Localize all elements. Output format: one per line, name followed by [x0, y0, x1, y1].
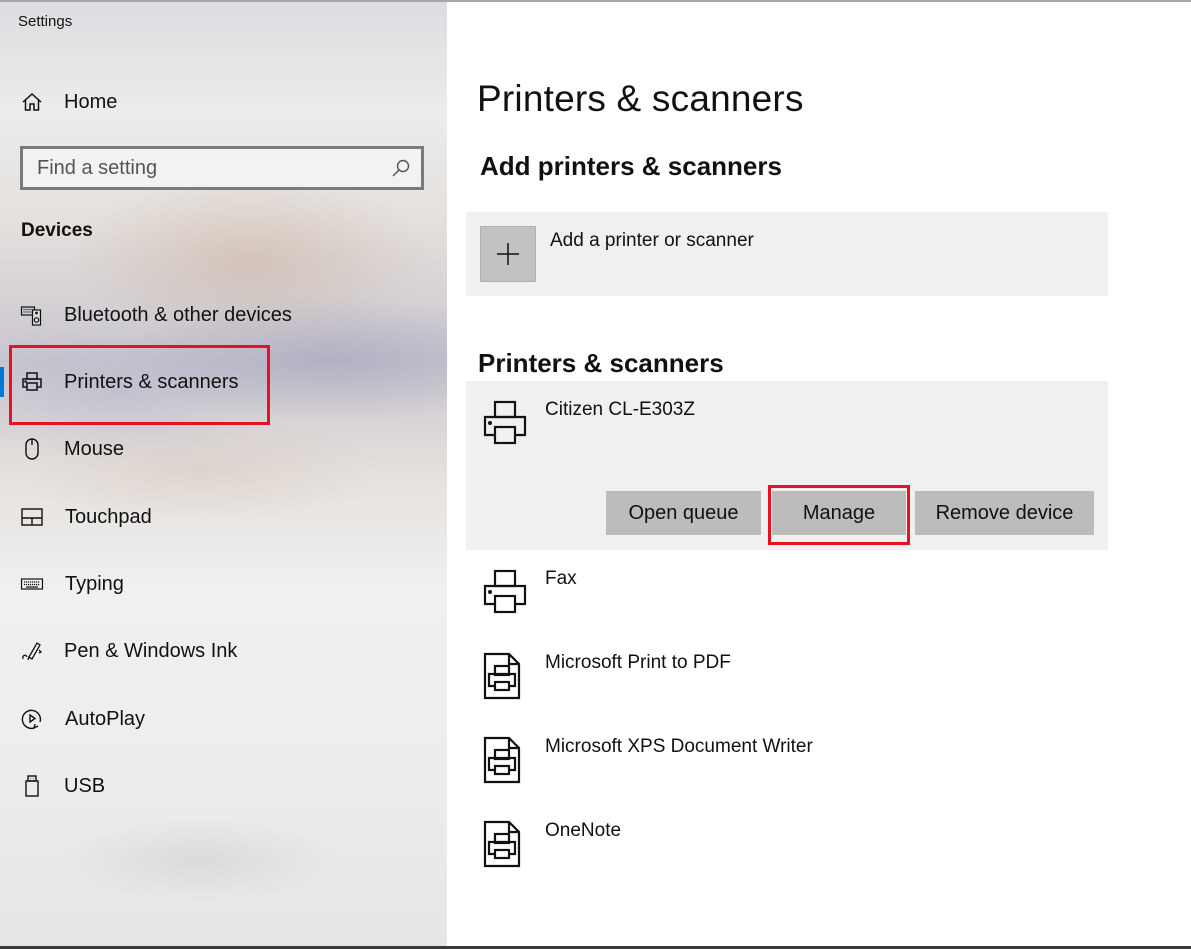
- printer-item-onenote[interactable]: OneNote: [466, 802, 1108, 886]
- sidebar-item-bluetooth[interactable]: Bluetooth & other devices: [0, 290, 447, 340]
- sidebar-item-label: Typing: [65, 572, 124, 595]
- printer-item-fax[interactable]: Fax: [466, 550, 1108, 634]
- nav-home-label: Home: [64, 90, 118, 113]
- sidebar-item-touchpad[interactable]: Touchpad: [0, 492, 447, 542]
- add-section-heading: Add printers & scanners: [480, 151, 782, 181]
- sidebar-item-label: Printers & scanners: [64, 370, 239, 393]
- sidebar-item-autoplay[interactable]: AutoPlay: [0, 694, 447, 744]
- add-printer-label: Add a printer or scanner: [550, 230, 754, 251]
- printer-icon: [481, 399, 529, 447]
- nav-home[interactable]: Home: [0, 80, 447, 124]
- document-printer-icon: [481, 820, 529, 868]
- printer-name: Microsoft XPS Document Writer: [545, 736, 813, 757]
- manage-button[interactable]: Manage: [772, 491, 906, 535]
- printer-name: Fax: [545, 568, 577, 589]
- sidebar-item-label: Mouse: [64, 437, 125, 460]
- bluetooth-devices-icon: [20, 303, 44, 327]
- document-printer-icon: [481, 652, 529, 700]
- pen-icon: [20, 639, 44, 663]
- sidebar-item-typing[interactable]: Typing: [0, 559, 447, 609]
- sidebar-item-label: AutoPlay: [65, 707, 146, 730]
- open-queue-button[interactable]: Open queue: [606, 491, 761, 535]
- document-printer-icon: [481, 736, 529, 784]
- search-input[interactable]: [23, 149, 373, 187]
- sidebar-item-label: USB: [64, 774, 106, 797]
- add-printer-button[interactable]: Add a printer or scanner: [466, 212, 1108, 296]
- search-icon[interactable]: [391, 158, 411, 178]
- sidebar: Settings Home Devices: [0, 0, 447, 949]
- app-title: Settings: [18, 13, 73, 30]
- add-tile: [480, 226, 536, 282]
- usb-icon: [20, 774, 44, 798]
- sidebar-item-printers-scanners[interactable]: Printers & scanners: [0, 357, 447, 407]
- printer-item-citizen[interactable]: Citizen CL-E303Z Open queue Manage Remov…: [466, 381, 1108, 550]
- sidebar-item-pen-windows-ink[interactable]: Pen & Windows Ink: [0, 626, 447, 676]
- printer-icon: [481, 568, 529, 616]
- search-box[interactable]: [20, 146, 424, 190]
- window-top-border: [0, 0, 1191, 2]
- printer-name: OneNote: [545, 820, 622, 841]
- printer-icon: [20, 370, 44, 394]
- printer-name: Microsoft Print to PDF: [545, 652, 731, 673]
- keyboard-icon: [20, 572, 44, 596]
- sidebar-item-label: Bluetooth & other devices: [64, 303, 292, 326]
- sidebar-item-label: Touchpad: [65, 505, 152, 528]
- sidebar-item-usb[interactable]: USB: [0, 761, 447, 811]
- main-content: Printers & scanners Add printers & scann…: [447, 0, 1191, 949]
- printer-name: Citizen CL-E303Z: [545, 399, 695, 420]
- touchpad-icon: [20, 505, 44, 529]
- section-heading-devices: Devices: [21, 220, 93, 241]
- home-icon: [20, 90, 44, 114]
- printers-list-heading: Printers & scanners: [478, 348, 724, 378]
- sidebar-item-mouse[interactable]: Mouse: [0, 424, 447, 474]
- mouse-icon: [20, 437, 44, 461]
- printer-item-xps-writer[interactable]: Microsoft XPS Document Writer: [466, 718, 1108, 802]
- active-indicator: [0, 367, 4, 397]
- remove-device-button[interactable]: Remove device: [915, 491, 1094, 535]
- plus-icon: [497, 243, 519, 265]
- autoplay-icon: [20, 707, 44, 731]
- printer-item-print-to-pdf[interactable]: Microsoft Print to PDF: [466, 634, 1108, 718]
- page-title: Printers & scanners: [477, 78, 804, 119]
- sidebar-item-label: Pen & Windows Ink: [64, 639, 238, 662]
